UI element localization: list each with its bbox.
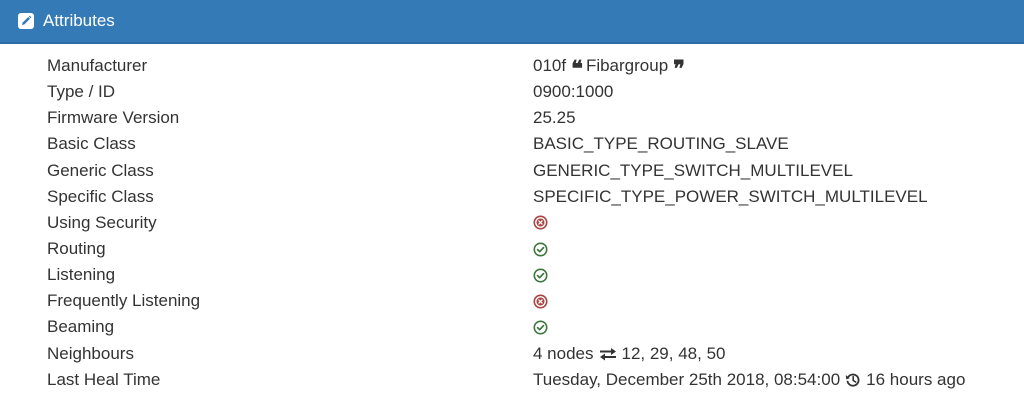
- attr-label: Specific Class: [47, 186, 154, 206]
- attr-label: Generic Class: [47, 160, 154, 180]
- attr-row-type-id: Type / ID 0900:1000: [0, 79, 1024, 105]
- attr-label: Last Heal Time: [47, 369, 161, 389]
- attr-row-neighbours: Neighbours 4 nodes 12, 29, 48, 50: [0, 341, 1024, 367]
- quote-right-icon: ❞: [673, 56, 685, 83]
- attr-label: Frequently Listening: [47, 291, 201, 311]
- attr-value-generic-class: GENERIC_TYPE_SWITCH_MULTILEVEL: [533, 160, 853, 180]
- attributes-table: Manufacturer 010f ❝ Fibargroup ❞ Type / …: [0, 53, 1024, 393]
- attr-row-beaming: Beaming: [0, 314, 1024, 340]
- neighbours-list: 12, 29, 48, 50: [621, 343, 726, 363]
- attr-row-specific-class: Specific Class SPECIFIC_TYPE_POWER_SWITC…: [0, 184, 1024, 210]
- manufacturer-id: 010f: [533, 56, 567, 76]
- attr-value-type-id: 0900:1000: [533, 82, 614, 102]
- attr-row-firmware: Firmware Version 25.25: [0, 105, 1024, 131]
- check-circle-icon: [533, 242, 548, 257]
- attr-label: Basic Class: [47, 134, 136, 154]
- attr-value-neighbours: 4 nodes 12, 29, 48, 50: [486, 344, 1024, 364]
- attr-label: Manufacturer: [47, 56, 148, 76]
- manufacturer-name: Fibargroup: [585, 56, 669, 76]
- attr-label: Type / ID: [47, 82, 116, 102]
- exchange-arrows-icon: [599, 347, 617, 361]
- attr-row-listening: Listening: [0, 262, 1024, 288]
- check-circle-icon: [533, 268, 548, 283]
- x-circle-icon: [533, 215, 548, 230]
- attr-row-using-security: Using Security: [0, 210, 1024, 236]
- attr-value-manufacturer: 010f ❝ Fibargroup ❞: [486, 56, 1024, 83]
- attr-value-beaming: [486, 320, 1024, 335]
- attr-value-using-security: [486, 215, 1024, 230]
- check-circle-icon: [533, 320, 548, 335]
- attr-label: Firmware Version: [47, 108, 180, 128]
- neighbours-count: 4 nodes: [533, 343, 594, 363]
- attr-row-last-heal: Last Heal Time Tuesday, December 25th 20…: [0, 367, 1024, 393]
- attr-label: Beaming: [47, 317, 115, 337]
- attr-value-routing: [486, 242, 1024, 257]
- attr-value-basic-class: BASIC_TYPE_ROUTING_SLAVE: [533, 134, 789, 154]
- last-heal-relative: 16 hours ago: [866, 369, 966, 389]
- attr-label: Routing: [47, 239, 106, 259]
- attr-value-listening: [486, 268, 1024, 283]
- attr-label: Using Security: [47, 212, 157, 232]
- panel-title: Attributes: [43, 11, 115, 30]
- attr-label: Neighbours: [47, 343, 134, 363]
- attr-row-manufacturer: Manufacturer 010f ❝ Fibargroup ❞: [0, 53, 1024, 83]
- pencil-square-icon: [17, 12, 35, 30]
- attr-value-last-heal: Tuesday, December 25th 2018, 08:54:00 16…: [486, 370, 1024, 390]
- panel-header: Attributes: [0, 0, 1024, 44]
- attr-label: Listening: [47, 265, 116, 285]
- attributes-panel: Attributes Manufacturer 010f ❝ Fibargrou…: [0, 0, 1024, 404]
- last-heal-date: Tuesday, December 25th 2018, 08:54:00: [533, 369, 841, 389]
- attr-row-frequently-listening: Frequently Listening: [0, 288, 1024, 314]
- history-icon: [845, 372, 861, 388]
- attr-value-frequently-listening: [486, 294, 1024, 309]
- attr-row-routing: Routing: [0, 236, 1024, 262]
- attr-value-specific-class: SPECIFIC_TYPE_POWER_SWITCH_MULTILEVEL: [533, 186, 928, 206]
- quote-left-icon: ❝: [571, 56, 583, 83]
- attr-row-generic-class: Generic Class GENERIC_TYPE_SWITCH_MULTIL…: [0, 158, 1024, 184]
- attr-value-firmware: 25.25: [533, 108, 576, 128]
- attr-row-basic-class: Basic Class BASIC_TYPE_ROUTING_SLAVE: [0, 131, 1024, 157]
- x-circle-icon: [533, 294, 548, 309]
